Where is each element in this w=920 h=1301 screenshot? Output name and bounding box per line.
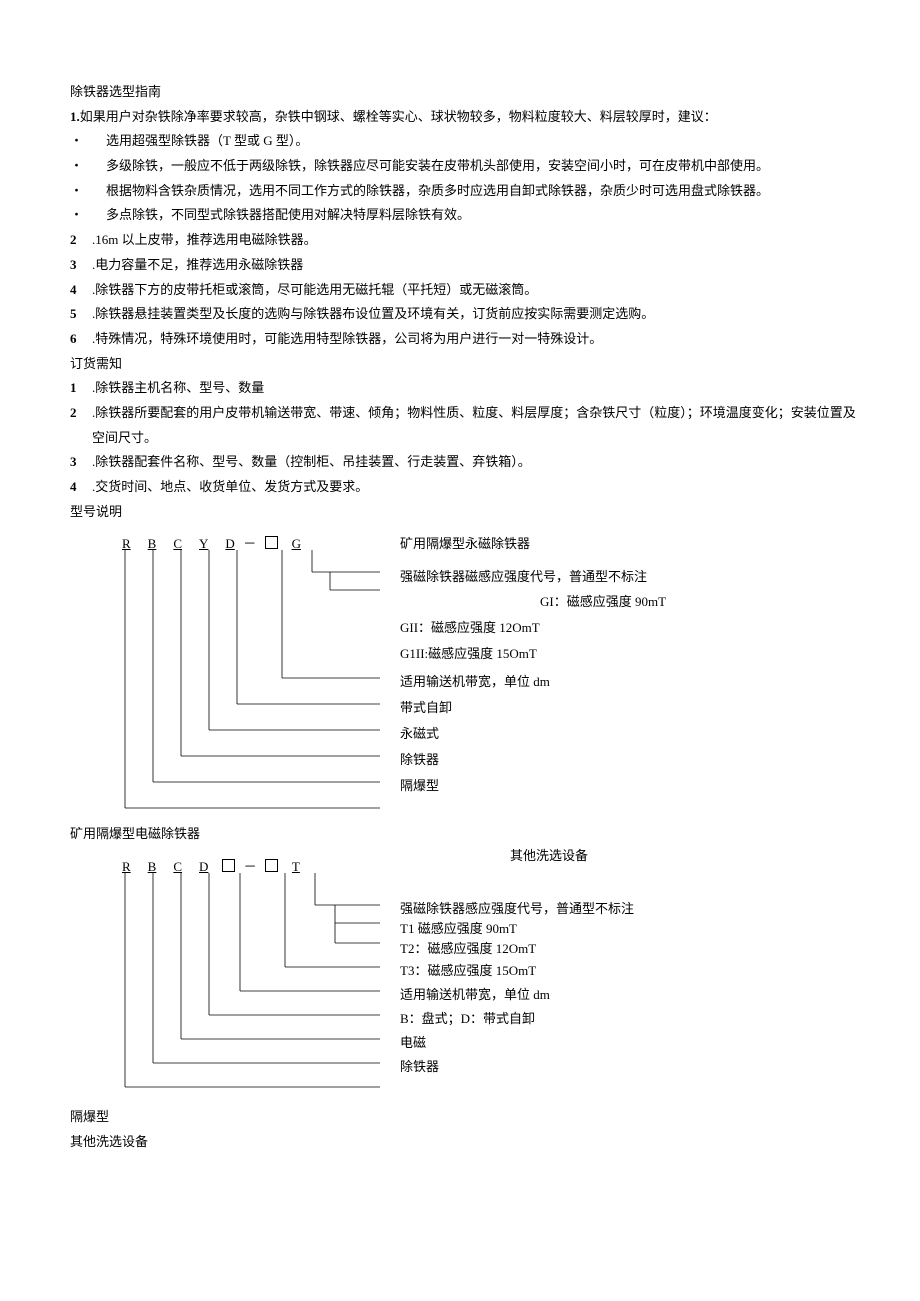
diagram-label: T3：磁感应强度 15OmT xyxy=(400,959,536,984)
num-body: .特殊情况，特殊环境使用时，可能选用特型除铁器，公司将为用户进行一对一特殊设计。 xyxy=(92,327,860,352)
num-body: .除铁器下方的皮带托柜或滚筒，尽可能选用无磁托辊（平托短）或无磁滚筒。 xyxy=(92,278,860,303)
diagram-label: 适用输送机带宽，单位 dm xyxy=(400,983,550,1008)
bracket-lines-icon xyxy=(110,873,410,1113)
intro-line: 1.如果用户对杂铁除净率要求较高，杂铁中钢球、螺栓等实心、球状物较多，物料粒度较… xyxy=(70,105,860,130)
code-letter: G xyxy=(290,536,303,551)
diagram-label: B：盘式；D：带式自卸 xyxy=(400,1007,535,1032)
num-item: 2.16m 以上皮带，推荐选用电磁除铁器。 xyxy=(70,228,860,253)
bullet-dot-icon: ・ xyxy=(70,179,106,204)
num-body: .除铁器配套件名称、型号、数量（控制柜、吊挂装置、行走装置、弃铁箱）。 xyxy=(92,450,860,475)
diagram-label: GII：磁感应强度 12OmT xyxy=(400,616,540,641)
order-title: 订货需知 xyxy=(70,352,860,377)
intro-num: 1. xyxy=(70,109,80,124)
bullet-item: ・ 选用超强型除铁器（T 型或 G 型）。 xyxy=(70,129,860,154)
num-mark: 3 xyxy=(70,450,92,475)
bullet-text: 根据物料含铁杂质情况，选用不同工作方式的除铁器，杂质多时应选用自卸式除铁器，杂质… xyxy=(106,179,769,204)
diagram-label: T2：磁感应强度 12OmT xyxy=(400,937,536,962)
diagram-label: 强磁除铁器磁感应强度代号，普通型不标注 xyxy=(400,565,647,590)
diagram-label: 永磁式 xyxy=(400,722,439,747)
num-mark: 3 xyxy=(70,253,92,278)
intro-text: 1.如果用户对杂铁除净率要求较高，杂铁中钢球、螺栓等实心、球状物较多，物料粒度较… xyxy=(70,105,717,130)
code-box-icon xyxy=(265,536,278,549)
num-body: .除铁器悬挂装置类型及长度的选购与除铁器布设位置及环境有关，订货前应按实际需要测… xyxy=(92,302,860,327)
code-letter: R xyxy=(120,859,133,874)
code-letter: C xyxy=(171,536,184,551)
num-item: 3.电力容量不足，推荐选用永磁除铁器 xyxy=(70,253,860,278)
bullet-item: ・ 多级除铁，一般应不低于两级除铁，除铁器应尽可能安装在皮带机头部使用，安装空间… xyxy=(70,154,860,179)
code-letter: B xyxy=(146,536,159,551)
code-letter: T xyxy=(290,859,302,874)
order-item: 4.交货时间、地点、收货单位、发货方式及要求。 xyxy=(70,475,860,500)
footer-line: 其他洗选设备 xyxy=(70,1130,860,1155)
num-mark: 1 xyxy=(70,376,92,401)
bullet-dot-icon: ・ xyxy=(70,154,106,179)
code-letter: D xyxy=(197,859,210,874)
code-box-icon xyxy=(265,859,278,872)
code-dash: － xyxy=(243,536,256,551)
bullet-item: ・ 根据物料含铁杂质情况，选用不同工作方式的除铁器，杂质多时应选用自卸式除铁器，… xyxy=(70,179,860,204)
order-item: 2.除铁器所要配套的用户皮带机输送带宽、带速、倾角；物料性质、粒度、料层厚度；含… xyxy=(70,401,860,450)
bullet-dot-icon: ・ xyxy=(70,203,106,228)
diagram-label: GI：磁感应强度 90mT xyxy=(540,590,666,615)
num-item: 5.除铁器悬挂装置类型及长度的选购与除铁器布设位置及环境有关，订货前应按实际需要… xyxy=(70,302,860,327)
code-dash: － xyxy=(244,859,257,874)
model-diagram-electromagnet: R B C D － T 强磁除铁器感应强度代号，普通型不标注 T1 磁感应强度 … xyxy=(110,855,810,1105)
num-body: .交货时间、地点、收货单位、发货方式及要求。 xyxy=(92,475,860,500)
diagram-label: G1II:磁感应强度 15OmT xyxy=(400,642,537,667)
diagram2-heading-row: 矿用隔爆型电磁除铁器 其他洗选设备 xyxy=(70,822,860,847)
num-body: .除铁器主机名称、型号、数量 xyxy=(92,376,860,401)
diagram-label: 除铁器 xyxy=(400,1055,439,1080)
num-mark: 4 xyxy=(70,278,92,303)
num-item: 4.除铁器下方的皮带托柜或滚筒，尽可能选用无磁托辊（平托短）或无磁滚筒。 xyxy=(70,278,860,303)
num-body: .16m 以上皮带，推荐选用电磁除铁器。 xyxy=(92,228,860,253)
bullet-text: 多点除铁，不同型式除铁器搭配使用对解决特厚料层除铁有效。 xyxy=(106,203,470,228)
model-title: 型号说明 xyxy=(70,500,860,525)
num-mark: 6 xyxy=(70,327,92,352)
num-mark: 2 xyxy=(70,228,92,253)
code-letter: D xyxy=(223,536,236,551)
num-body: .电力容量不足，推荐选用永磁除铁器 xyxy=(92,253,860,278)
diagram-label: 电磁 xyxy=(400,1031,426,1056)
code-letter: B xyxy=(146,859,159,874)
code-box-icon xyxy=(222,859,235,872)
num-item: 6.特殊情况，特殊环境使用时，可能选用特型除铁器，公司将为用户进行一对一特殊设计… xyxy=(70,327,860,352)
diagram-label: 除铁器 xyxy=(400,748,439,773)
diagram-label: 带式自卸 xyxy=(400,696,452,721)
diagram-label: 隔爆型 xyxy=(400,774,439,799)
bullet-text: 多级除铁，一般应不低于两级除铁，除铁器应尽可能安装在皮带机头部使用，安装空间小时… xyxy=(106,154,769,179)
code-letter: C xyxy=(171,859,184,874)
page-title: 除铁器选型指南 xyxy=(70,80,860,105)
code-letter: Y xyxy=(197,536,210,551)
bullet-dot-icon: ・ xyxy=(70,129,106,154)
diagram2-pre-title: 矿用隔爆型电磁除铁器 xyxy=(70,826,200,841)
diagram-label: 适用输送机带宽，单位 dm xyxy=(400,670,550,695)
bullet-text: 选用超强型除铁器（T 型或 G 型）。 xyxy=(106,129,308,154)
code-letter: R xyxy=(120,536,133,551)
model-diagram-permanent-magnet: R B C Y D － G 矿用隔爆型永磁除铁器 强磁除铁器磁感应强度代号，普通… xyxy=(110,532,810,822)
num-mark: 2 xyxy=(70,401,92,450)
bullet-item: ・ 多点除铁，不同型式除铁器搭配使用对解决特厚料层除铁有效。 xyxy=(70,203,860,228)
order-item: 3.除铁器配套件名称、型号、数量（控制柜、吊挂装置、行走装置、弃铁箱）。 xyxy=(70,450,860,475)
intro-body: 如果用户对杂铁除净率要求较高，杂铁中钢球、螺栓等实心、球状物较多，物料粒度较大、… xyxy=(80,109,717,124)
bracket-lines-icon xyxy=(110,550,410,830)
order-item: 1.除铁器主机名称、型号、数量 xyxy=(70,376,860,401)
num-mark: 5 xyxy=(70,302,92,327)
diagram-title: 矿用隔爆型永磁除铁器 xyxy=(400,532,530,557)
num-mark: 4 xyxy=(70,475,92,500)
num-body: .除铁器所要配套的用户皮带机输送带宽、带速、倾角；物料性质、粒度、料层厚度；含杂… xyxy=(92,401,860,450)
